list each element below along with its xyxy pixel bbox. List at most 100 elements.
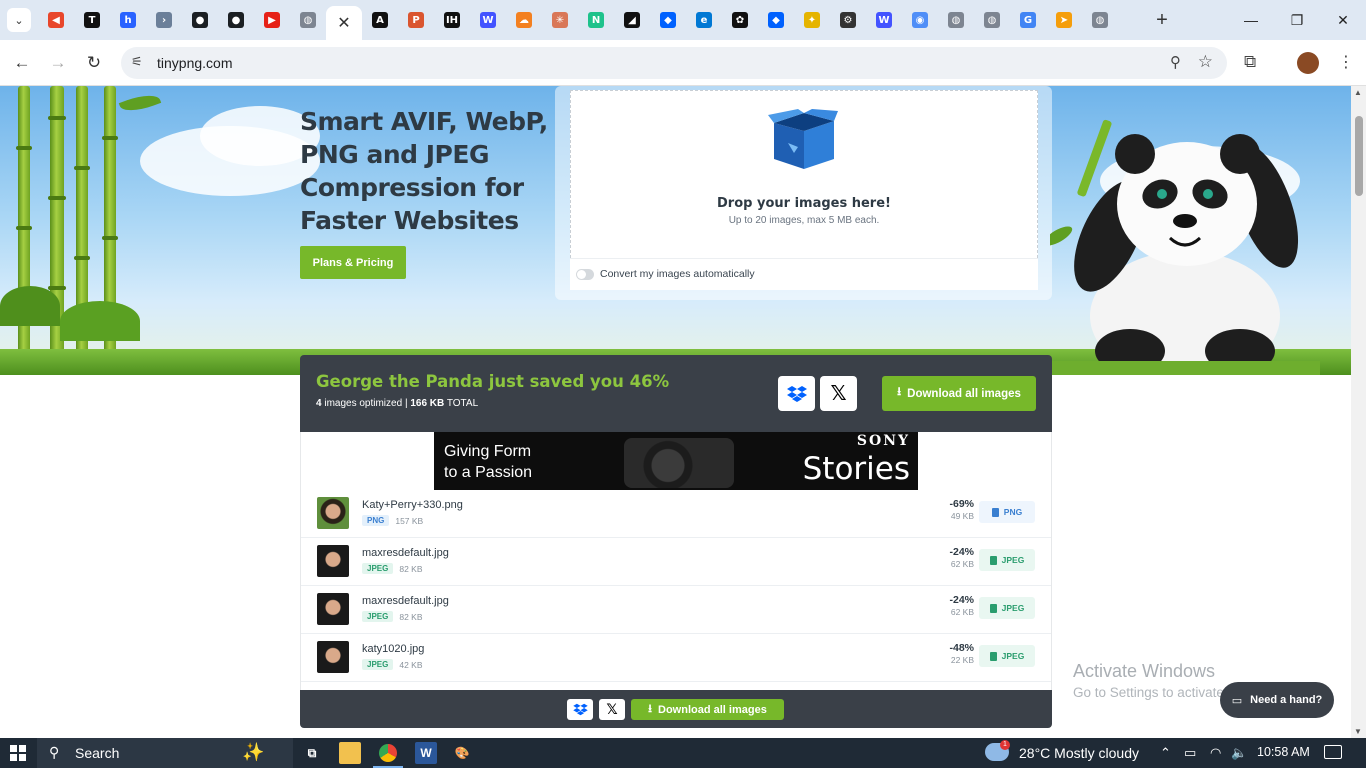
browser-tab[interactable]: ➤: [1046, 0, 1082, 40]
close-window-button[interactable]: ✕: [1320, 0, 1366, 40]
browser-tab[interactable]: ◀: [38, 0, 74, 40]
github-icon: ●: [228, 12, 244, 28]
dropbox-icon: [786, 385, 807, 402]
github-icon: ●: [192, 12, 208, 28]
browser-tab[interactable]: T: [74, 0, 110, 40]
extensions-icon[interactable]: ⧉: [1244, 52, 1256, 72]
paint-taskbar-button[interactable]: 🎨: [451, 742, 473, 764]
arrow-right-icon: →: [49, 53, 67, 72]
browser-tab[interactable]: ›: [146, 0, 182, 40]
new-tab-button[interactable]: +: [1150, 8, 1174, 32]
bookmark-star-icon[interactable]: ☆: [1198, 52, 1213, 72]
browser-tab[interactable]: A: [362, 0, 398, 40]
download-file-button[interactable]: JPEG: [979, 549, 1035, 571]
download-file-button[interactable]: JPEG: [979, 645, 1035, 667]
weather-badge: 1: [1000, 740, 1010, 750]
word-taskbar-button[interactable]: W: [415, 742, 437, 764]
download-all-button[interactable]: ⭳ Download all images: [882, 376, 1036, 411]
dropbox-save-button[interactable]: [567, 699, 593, 720]
back-button[interactable]: ←: [10, 51, 34, 75]
file-name: Katy+Perry+330.png: [362, 499, 463, 511]
sony-advertisement[interactable]: Giving Form to a Passion SONY Stories: [434, 432, 918, 490]
sparkle-icon: ✨: [242, 742, 265, 762]
x-logo-icon: 𝕏: [830, 383, 847, 405]
browser-tab[interactable]: W: [866, 0, 902, 40]
chat-icon: ▭: [1231, 694, 1243, 707]
browser-tab[interactable]: ⚙: [830, 0, 866, 40]
start-button[interactable]: [10, 745, 26, 761]
browser-tab[interactable]: G: [1010, 0, 1046, 40]
new-size: 22 KB: [950, 655, 974, 665]
weather-temperature: 28°C: [1019, 745, 1051, 761]
savings-percent: -24%: [949, 594, 974, 606]
download-file-button[interactable]: PNG: [979, 501, 1035, 523]
minimize-button[interactable]: —: [1228, 0, 1274, 40]
camera-image: [624, 438, 734, 488]
browser-tab[interactable]: ◉: [902, 0, 938, 40]
url-text[interactable]: tinypng.com: [157, 55, 232, 71]
share-x-button[interactable]: 𝕏: [599, 699, 625, 720]
browser-tab[interactable]: ▶: [254, 0, 290, 40]
reload-button[interactable]: ↻: [82, 51, 106, 75]
chevron-up-icon[interactable]: ⌃: [1160, 745, 1171, 761]
panda-mascot: [1050, 119, 1320, 375]
notifications-icon[interactable]: [1324, 745, 1342, 759]
forward-button[interactable]: →: [46, 51, 70, 75]
activate-windows-title: Activate Windows: [1073, 661, 1216, 681]
close-tab-icon[interactable]: ✕: [337, 13, 350, 33]
address-bar[interactable]: ⚟ tinypng.com ⚲ ☆: [121, 47, 1227, 79]
browser-tab[interactable]: ◆: [650, 0, 686, 40]
browser-tab[interactable]: ◍: [974, 0, 1010, 40]
browser-tab[interactable]: h: [110, 0, 146, 40]
download-format: JPEG: [1001, 555, 1025, 565]
profile-avatar[interactable]: [1297, 52, 1319, 74]
file-savings: -69% 49 KB: [949, 498, 974, 521]
new-size: 49 KB: [950, 511, 974, 521]
x-logo-icon: 𝕏: [606, 701, 618, 717]
browser-tab[interactable]: N: [578, 0, 614, 40]
need-a-hand-button[interactable]: ▭ Need a hand?: [1220, 682, 1334, 718]
browser-tab[interactable]: ●: [218, 0, 254, 40]
browser-tab[interactable]: ✳: [542, 0, 578, 40]
battery-icon[interactable]: ▭: [1184, 745, 1196, 761]
dropbox-save-button[interactable]: [778, 376, 815, 411]
browser-tab[interactable]: W: [470, 0, 506, 40]
convert-toggle[interactable]: [576, 269, 594, 280]
browser-tab[interactable]: ◍: [1082, 0, 1118, 40]
browser-tab[interactable]: ◢: [614, 0, 650, 40]
tab-search-button[interactable]: ⌄: [7, 8, 31, 32]
wifi-icon[interactable]: ◠: [1210, 745, 1221, 761]
share-x-button[interactable]: 𝕏: [820, 376, 857, 411]
zoom-icon[interactable]: ⚲: [1170, 53, 1181, 71]
download-all-button[interactable]: ⭳ Download all images: [631, 699, 784, 720]
site-settings-icon[interactable]: ⚟: [131, 54, 143, 70]
weather-widget[interactable]: 28°C Mostly cloudy: [1019, 745, 1139, 761]
browser-tab[interactable]: ✦: [794, 0, 830, 40]
browser-tab[interactable]: ◆: [758, 0, 794, 40]
browser-tab[interactable]: ◍: [290, 0, 326, 40]
scroll-thumb[interactable]: [1355, 116, 1363, 196]
scroll-down-icon[interactable]: ▼: [1354, 727, 1362, 736]
restore-button[interactable]: ❐: [1274, 0, 1320, 40]
chrome-taskbar-button[interactable]: [373, 742, 403, 768]
clock[interactable]: 10:58 AM: [1257, 745, 1310, 759]
browser-tab[interactable]: ✕: [326, 6, 362, 40]
browser-tab[interactable]: ◍: [938, 0, 974, 40]
taskbar-search[interactable]: ⚲ Search ✨: [37, 738, 293, 768]
task-view-button[interactable]: ⧉: [301, 742, 323, 764]
browser-tab[interactable]: ●: [182, 0, 218, 40]
volume-icon[interactable]: 🔈: [1231, 745, 1247, 761]
browser-tab[interactable]: ☁: [506, 0, 542, 40]
menu-kebab-icon[interactable]: ⋮: [1338, 52, 1354, 72]
file-explorer-button[interactable]: [339, 742, 361, 764]
browser-tab[interactable]: e: [686, 0, 722, 40]
download-file-button[interactable]: JPEG: [979, 597, 1035, 619]
plans-pricing-button[interactable]: Plans & Pricing: [300, 246, 406, 279]
browser-tab[interactable]: ✿: [722, 0, 758, 40]
browser-tab[interactable]: IH: [434, 0, 470, 40]
open-box-icon: [768, 109, 838, 169]
page-scrollbar[interactable]: ▲ ▼: [1351, 86, 1366, 738]
browser-tab[interactable]: P: [398, 0, 434, 40]
file-icon: [989, 651, 997, 661]
scroll-up-icon[interactable]: ▲: [1354, 88, 1362, 97]
